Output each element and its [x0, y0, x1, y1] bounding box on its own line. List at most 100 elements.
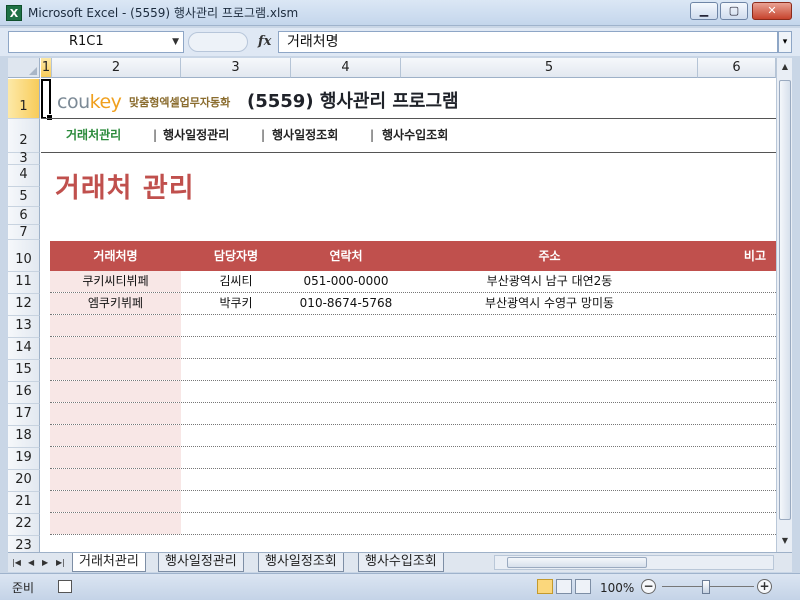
- table-cell[interactable]: [401, 359, 698, 380]
- column-header[interactable]: 2: [52, 58, 181, 78]
- table-cell[interactable]: [50, 447, 181, 468]
- page-break-view-button[interactable]: [575, 579, 591, 594]
- table-cell[interactable]: 부산광역시 남구 대연2동: [401, 271, 698, 292]
- table-column-header[interactable]: 거래처명: [50, 241, 181, 271]
- vertical-scrollbar[interactable]: ▲ ▼: [776, 58, 792, 552]
- nav-event-income-inquiry[interactable]: 행사수입조회: [382, 127, 448, 143]
- table-column-header[interactable]: 연락처: [291, 241, 401, 271]
- table-cell[interactable]: 부산광역시 수영구 망미동: [401, 293, 698, 314]
- row-header[interactable]: 23: [8, 536, 40, 552]
- row-header[interactable]: 11: [8, 272, 40, 294]
- table-cell[interactable]: 051-000-0000: [291, 271, 401, 292]
- table-cell[interactable]: 엠쿠키뷔페: [50, 293, 181, 314]
- close-button[interactable]: ✕: [752, 2, 792, 20]
- page-layout-view-button[interactable]: [556, 579, 572, 594]
- row-header[interactable]: 3: [8, 152, 40, 165]
- last-sheet-icon[interactable]: ▶|: [56, 556, 65, 570]
- zoom-slider-thumb[interactable]: [702, 580, 710, 594]
- table-cell[interactable]: [698, 403, 776, 424]
- table-cell[interactable]: [401, 447, 698, 468]
- table-cell[interactable]: [181, 337, 291, 358]
- nav-event-schedule-management[interactable]: 행사일정관리: [163, 127, 229, 143]
- table-cell[interactable]: [291, 425, 401, 446]
- nav-client-management[interactable]: 거래처관리: [66, 127, 121, 143]
- table-cell[interactable]: [401, 337, 698, 358]
- scroll-down-icon[interactable]: ▼: [779, 534, 791, 548]
- table-row[interactable]: [50, 447, 776, 469]
- row-header[interactable]: 12: [8, 294, 40, 316]
- table-cell[interactable]: 010-8674-5768: [291, 293, 401, 314]
- table-cell[interactable]: [698, 447, 776, 468]
- sheet-tab-event-income-inquiry[interactable]: 행사수입조회: [358, 553, 444, 572]
- row-header[interactable]: 7: [8, 225, 40, 240]
- table-row[interactable]: [50, 315, 776, 337]
- column-header[interactable]: 5: [401, 58, 698, 78]
- table-cell[interactable]: [401, 469, 698, 490]
- table-row[interactable]: 쿠키씨티뷔페 김씨티 051-000-0000 부산광역시 남구 대연2동: [50, 271, 776, 293]
- excel-icon[interactable]: X: [6, 5, 22, 21]
- table-cell[interactable]: [698, 381, 776, 402]
- table-cell[interactable]: [401, 315, 698, 336]
- row-header[interactable]: 2: [8, 119, 40, 153]
- row-header[interactable]: 18: [8, 426, 40, 448]
- row-header[interactable]: 15: [8, 360, 40, 382]
- table-cell[interactable]: [181, 359, 291, 380]
- table-cell[interactable]: [50, 315, 181, 336]
- table-cell[interactable]: [181, 469, 291, 490]
- table-cell[interactable]: [181, 315, 291, 336]
- table-cell[interactable]: [291, 337, 401, 358]
- expand-formula-bar-icon[interactable]: ▾: [778, 31, 792, 53]
- table-cell[interactable]: [181, 513, 291, 534]
- table-cell[interactable]: [181, 447, 291, 468]
- nav-event-schedule-inquiry[interactable]: 행사일정조회: [272, 127, 338, 143]
- table-row[interactable]: [50, 425, 776, 447]
- table-row[interactable]: [50, 469, 776, 491]
- table-cell[interactable]: [181, 425, 291, 446]
- prev-sheet-icon[interactable]: ◀: [28, 556, 34, 570]
- insert-function-icon[interactable]: fx: [258, 33, 271, 51]
- worksheet-grid[interactable]: 1 2 3 4 5 6 1 2 3 4 5 6 7 10 11 12 13 14…: [8, 58, 776, 552]
- table-cell[interactable]: [698, 271, 776, 292]
- table-cell[interactable]: [50, 403, 181, 424]
- table-cell[interactable]: [698, 315, 776, 336]
- table-cell[interactable]: [291, 491, 401, 512]
- table-cell[interactable]: [50, 381, 181, 402]
- table-cell[interactable]: [50, 491, 181, 512]
- table-cell[interactable]: [291, 381, 401, 402]
- row-header[interactable]: 19: [8, 448, 40, 470]
- macro-record-icon[interactable]: [58, 580, 72, 593]
- table-cell[interactable]: [50, 359, 181, 380]
- column-header[interactable]: 3: [181, 58, 291, 78]
- row-header[interactable]: 16: [8, 382, 40, 404]
- table-cell[interactable]: [291, 447, 401, 468]
- zoom-level[interactable]: 100%: [600, 580, 634, 596]
- table-cell[interactable]: [181, 491, 291, 512]
- table-cell[interactable]: [698, 469, 776, 490]
- row-header[interactable]: 4: [8, 165, 40, 187]
- table-cell[interactable]: [698, 513, 776, 534]
- zoom-in-button[interactable]: +: [757, 579, 772, 594]
- table-cell[interactable]: [181, 381, 291, 402]
- table-cell[interactable]: [401, 491, 698, 512]
- table-cell[interactable]: [698, 425, 776, 446]
- table-row[interactable]: [50, 403, 776, 425]
- table-cell[interactable]: [50, 337, 181, 358]
- table-column-header[interactable]: 비고: [698, 241, 776, 271]
- table-cell[interactable]: [50, 469, 181, 490]
- table-row[interactable]: 엠쿠키뷔페 박쿠키 010-8674-5768 부산광역시 수영구 망미동: [50, 293, 776, 315]
- table-cell[interactable]: [401, 425, 698, 446]
- table-cell[interactable]: [291, 469, 401, 490]
- table-row[interactable]: [50, 491, 776, 513]
- table-cell[interactable]: [698, 491, 776, 512]
- name-box[interactable]: R1C1 ▼: [8, 31, 184, 53]
- table-cell[interactable]: [291, 359, 401, 380]
- table-row[interactable]: [50, 513, 776, 535]
- table-column-header[interactable]: 주소: [401, 241, 698, 271]
- row-header[interactable]: 14: [8, 338, 40, 360]
- first-sheet-icon[interactable]: |◀: [12, 556, 21, 570]
- vertical-scroll-thumb[interactable]: [779, 80, 791, 520]
- table-cell[interactable]: [291, 513, 401, 534]
- row-header[interactable]: 10: [8, 240, 40, 272]
- maximize-button[interactable]: ▢: [720, 2, 748, 20]
- table-cell[interactable]: [698, 359, 776, 380]
